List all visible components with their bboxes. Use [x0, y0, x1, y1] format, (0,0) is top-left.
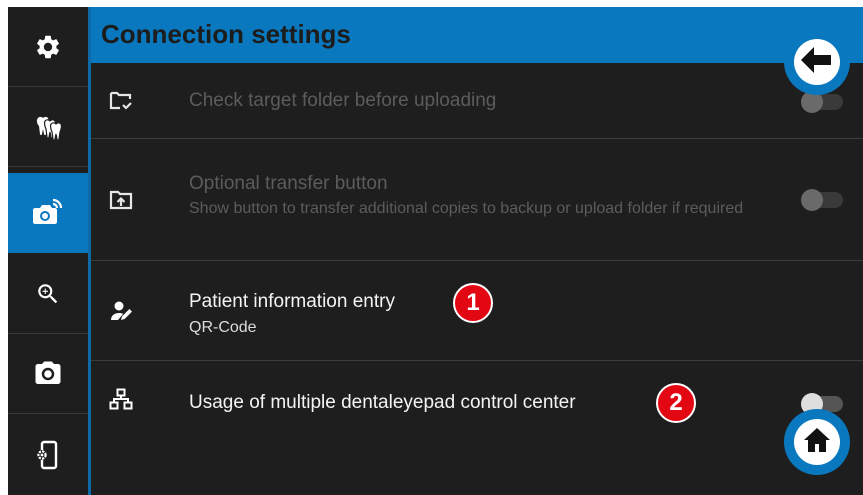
setting-row-optional-transfer: Optional transfer button Show button to …: [91, 139, 863, 261]
annotation-badge: 1: [453, 283, 493, 323]
sidebar: [8, 7, 88, 495]
network-icon: [109, 388, 133, 415]
camera-icon: [33, 359, 63, 389]
sidebar-item-teeth[interactable]: [8, 87, 88, 167]
sidebar-item-device-settings[interactable]: [8, 415, 88, 495]
device-settings-icon: [34, 440, 62, 470]
gear-icon: [34, 33, 62, 61]
person-edit-icon: [109, 299, 135, 328]
sidebar-item-connection[interactable]: [8, 173, 88, 253]
back-button[interactable]: [784, 29, 850, 95]
setting-description: Show button to transfer additional copie…: [189, 200, 744, 217]
setting-row-multiple-centers: Usage of multiple dentaleyepad control c…: [91, 361, 863, 439]
folder-check-icon: [109, 90, 133, 117]
setting-title: Patient information entry: [189, 291, 395, 312]
app-frame: Connection settings Check target folder …: [8, 7, 863, 495]
setting-value: QR-Code: [189, 319, 257, 336]
home-button[interactable]: [784, 409, 850, 475]
teeth-icon: [33, 112, 63, 142]
sidebar-item-camera[interactable]: [8, 334, 88, 414]
page-title: Connection settings: [101, 19, 351, 49]
setting-title: Check target folder before uploading: [189, 90, 497, 111]
sidebar-item-settings[interactable]: [8, 7, 88, 87]
check-folder-toggle[interactable]: [801, 91, 843, 113]
sidebar-item-zoom[interactable]: [8, 254, 88, 334]
setting-title: Usage of multiple dentaleyepad control c…: [189, 392, 576, 413]
home-icon: [803, 427, 831, 458]
back-arrow-icon: [801, 46, 833, 78]
optional-transfer-toggle[interactable]: [801, 189, 843, 211]
setting-row-patient-entry[interactable]: Patient information entry QR-Code 1: [91, 261, 863, 361]
header-bar: Connection settings: [91, 7, 863, 63]
annotation-badge: 2: [656, 383, 696, 423]
setting-row-check-folder: Check target folder before uploading: [91, 63, 863, 139]
setting-title: Optional transfer button: [189, 173, 388, 194]
zoom-in-icon: [35, 281, 61, 307]
wireless-camera-icon: [31, 196, 65, 230]
folder-upload-icon: [109, 189, 133, 216]
